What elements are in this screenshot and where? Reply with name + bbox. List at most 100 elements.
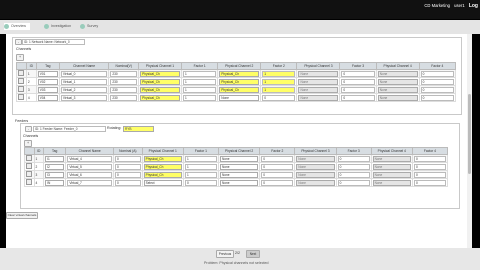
physical-channel-1-select[interactable]: Physical_Ch — [143, 155, 182, 162]
tag-select[interactable]: I2 — [45, 163, 65, 170]
f1-field[interactable]: 1 — [184, 163, 217, 170]
row-action-icon[interactable] — [18, 78, 24, 84]
tag-select[interactable]: V01 — [37, 70, 58, 77]
f1-field[interactable]: 1 — [184, 155, 217, 162]
pc4-select[interactable]: None — [372, 171, 411, 178]
nominal-field[interactable]: 230 — [110, 70, 138, 77]
f3-field[interactable]: 0 — [341, 78, 375, 85]
tab-survey[interactable]: Survey — [80, 23, 98, 30]
physical-channel-2-select[interactable]: None — [219, 155, 259, 162]
physical-channel-2-select[interactable]: None — [219, 171, 259, 178]
collapse-button[interactable]: - — [15, 39, 22, 45]
pc3-select[interactable]: None — [296, 155, 335, 162]
factor-2-field[interactable]: 1 — [262, 86, 296, 93]
factor-2-field[interactable]: 0 — [261, 155, 294, 162]
f3-field[interactable]: 0 — [341, 86, 375, 93]
physical-channel-1-select[interactable]: Physical_Ch — [140, 78, 180, 85]
f4-field[interactable]: 0 — [420, 94, 454, 101]
pc3-select[interactable]: None — [298, 78, 339, 85]
name-field[interactable]: Virtual_0 — [60, 70, 108, 77]
logout-link[interactable]: Log — [469, 3, 478, 9]
physical-channel-2-select[interactable]: None — [219, 179, 259, 186]
physical-channel-2-select[interactable]: Physical_Ch — [219, 86, 260, 93]
physical-channel-2-select[interactable]: None — [219, 94, 260, 101]
physical-channel-1-select[interactable]: Physical_Ch — [140, 70, 180, 77]
pc3-select[interactable]: None — [296, 163, 335, 170]
scrollbar[interactable] — [467, 34, 472, 248]
f3-field[interactable]: 0 — [337, 171, 370, 178]
f3-field[interactable]: 0 — [337, 179, 370, 186]
row-action-icon[interactable] — [26, 171, 32, 177]
f4-field[interactable]: 0 — [413, 155, 446, 162]
physical-channel-1-select[interactable]: Physical_Ch — [143, 163, 182, 170]
previous-button[interactable]: Previous — [216, 250, 234, 258]
clear-virtual-channels-button[interactable]: Clear virtual channels — [6, 212, 38, 219]
pc4-select[interactable]: None — [377, 86, 418, 93]
row-action-icon[interactable] — [26, 179, 32, 185]
physical-channel-1-select[interactable]: Physical_Ch — [143, 171, 182, 178]
row-action-icon[interactable] — [18, 70, 24, 76]
f3-field[interactable]: 0 — [341, 94, 375, 101]
f4-field[interactable]: 0 — [420, 70, 454, 77]
f3-field[interactable]: 0 — [337, 163, 370, 170]
pc3-select[interactable]: None — [296, 171, 335, 178]
factor-2-field[interactable]: 1 — [262, 70, 296, 77]
f3-field[interactable]: 0 — [337, 155, 370, 162]
scrollbar-thumb[interactable] — [468, 94, 471, 174]
pc3-select[interactable]: None — [298, 70, 339, 77]
f1-field[interactable]: 0 — [184, 179, 217, 186]
factor-2-field[interactable]: 0 — [261, 163, 294, 170]
pc3-select[interactable]: None — [298, 94, 339, 101]
factor-2-field[interactable]: 1 — [262, 78, 296, 85]
f1-field[interactable]: 1 — [182, 86, 217, 93]
pc4-select[interactable]: None — [372, 155, 411, 162]
pc4-select[interactable]: None — [377, 78, 418, 85]
add-channel-button[interactable]: + — [16, 54, 24, 61]
physical-channel-1-select[interactable]: Physical_Ch — [140, 86, 180, 93]
pc4-select[interactable]: None — [377, 70, 418, 77]
name-field[interactable]: Virtual_2 — [60, 86, 108, 93]
factor-2-field[interactable]: 0 — [261, 179, 294, 186]
tag-select[interactable]: I3 — [45, 171, 65, 178]
f1-field[interactable]: 1 — [184, 171, 217, 178]
row-action-icon[interactable] — [26, 163, 32, 169]
tag-select[interactable]: V04 — [37, 94, 58, 101]
f3-field[interactable]: 0 — [341, 70, 375, 77]
nominal-field[interactable]: 0 — [115, 171, 141, 178]
physical-channel-1-select[interactable]: Physical_Ch — [140, 94, 180, 101]
pc4-select[interactable]: None — [377, 94, 418, 101]
tag-select[interactable]: V02 — [37, 78, 58, 85]
name-field[interactable]: Virtual_5 — [67, 163, 113, 170]
row-action-icon[interactable] — [18, 86, 24, 92]
f4-field[interactable]: 0 — [413, 179, 446, 186]
nominal-field[interactable]: 0 — [115, 155, 141, 162]
pc4-select[interactable]: None — [372, 163, 411, 170]
tag-select[interactable]: V03 — [37, 86, 58, 93]
f1-field[interactable]: 1 — [182, 70, 217, 77]
name-field[interactable]: Virtual_4 — [67, 155, 113, 162]
factor-2-field[interactable]: 0 — [261, 171, 294, 178]
name-field[interactable]: Virtual_7 — [67, 179, 113, 186]
network-id-field[interactable]: ID: 1 Network Name: Network_0 — [22, 39, 85, 45]
nominal-field[interactable]: 0 — [115, 179, 141, 186]
rotating-select[interactable]: RYB — [123, 126, 154, 132]
name-field[interactable]: Virtual_6 — [67, 171, 113, 178]
tag-select[interactable]: I1 — [45, 155, 65, 162]
f4-field[interactable]: 0 — [413, 163, 446, 170]
nominal-field[interactable]: 0 — [115, 163, 141, 170]
add-feeder-channel-button[interactable]: + — [24, 140, 32, 147]
pc4-select[interactable]: None — [372, 179, 411, 186]
name-field[interactable]: Virtual_3 — [60, 94, 108, 101]
pc3-select[interactable]: None — [298, 86, 339, 93]
tab-investigation[interactable]: Investigation — [44, 23, 71, 30]
f4-field[interactable]: 0 — [420, 78, 454, 85]
row-action-icon[interactable] — [18, 94, 24, 100]
feeder-collapse-button[interactable]: - — [25, 126, 32, 132]
physical-channel-2-select[interactable]: None — [219, 163, 259, 170]
row-action-icon[interactable] — [26, 155, 32, 161]
name-field[interactable]: Virtual_1 — [60, 78, 108, 85]
physical-channel-2-select[interactable]: Physical_Ch — [219, 78, 260, 85]
f1-field[interactable]: 1 — [182, 78, 217, 85]
tag-select[interactable]: IN — [45, 179, 65, 186]
next-button[interactable]: Next — [246, 250, 260, 258]
